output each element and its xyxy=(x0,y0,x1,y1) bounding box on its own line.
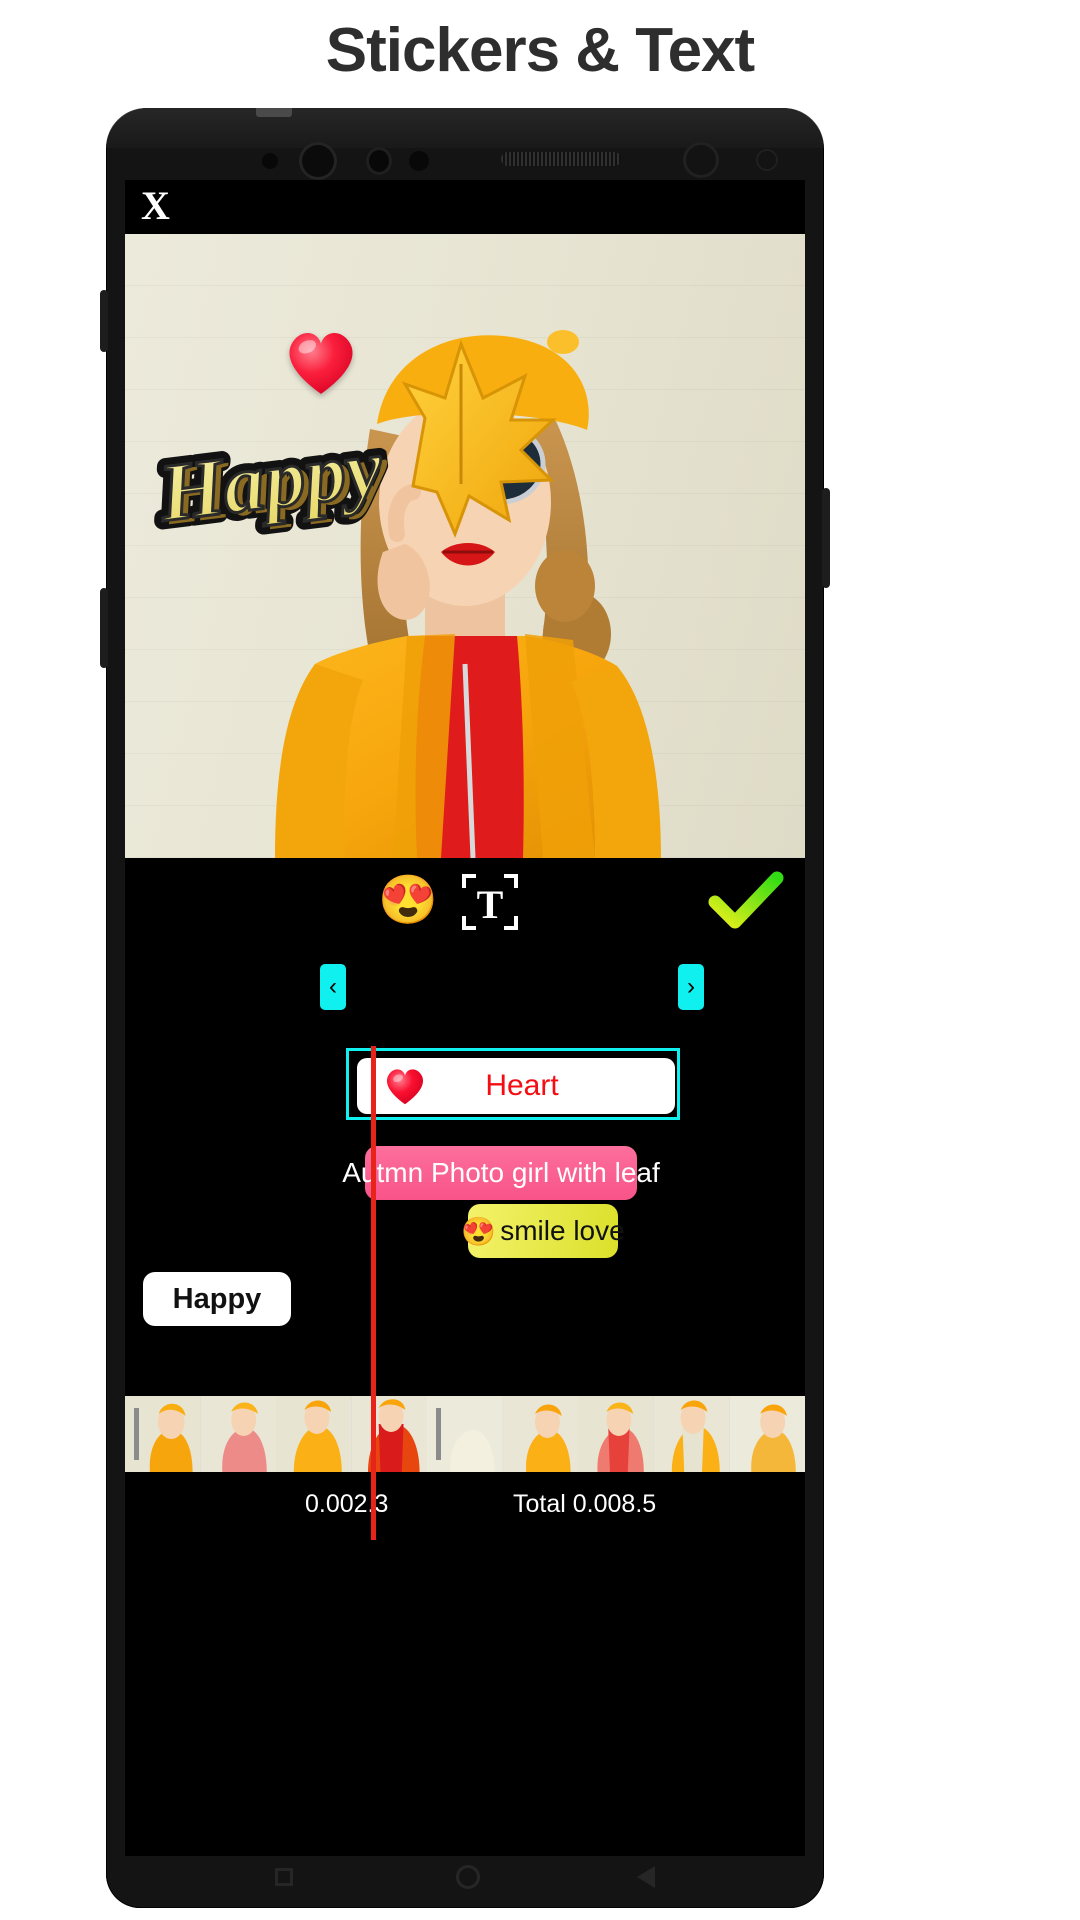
clip-yellow[interactable]: 😍 smile love xyxy=(461,1204,625,1258)
secondary-camera-icon xyxy=(686,145,716,175)
proximity-sensor-icon xyxy=(369,150,389,172)
sticker-tool-button[interactable]: 😍 xyxy=(378,872,438,930)
filmstrip-frame[interactable] xyxy=(502,1396,579,1472)
phone-mockup: X Happy Happy Happy 😍 T ‹ › Heart Autmn … xyxy=(100,108,830,1908)
android-nav-bar xyxy=(125,1860,805,1894)
filmstrip-frame[interactable] xyxy=(427,1396,503,1472)
filmstrip-frame[interactable] xyxy=(578,1396,654,1472)
recents-button-icon[interactable] xyxy=(275,1868,293,1886)
timeline-panel: ‹ › Heart Autmn Photo girl with leaf 😍 s… xyxy=(125,950,805,1540)
app-bar: X xyxy=(125,180,805,234)
home-button-icon[interactable] xyxy=(456,1865,480,1889)
heart-sticker[interactable] xyxy=(283,327,359,397)
clip-pink[interactable]: Autmn Photo girl with leaf xyxy=(342,1146,660,1200)
frame-marker-icon xyxy=(436,1408,442,1460)
clip-prev-handle[interactable]: ‹ xyxy=(320,964,346,1010)
light-sensor-icon xyxy=(409,151,429,171)
editor-toolbar: 😍 T xyxy=(125,858,805,950)
earpiece-speaker-icon xyxy=(501,152,621,166)
phone-screen: X Happy Happy Happy 😍 T ‹ › Heart Autmn … xyxy=(125,180,805,1856)
filmstrip[interactable] xyxy=(125,1396,805,1472)
time-row: 0.002.3 Total 0.008.5 xyxy=(125,1484,805,1530)
page-title: Stickers & Text xyxy=(325,16,755,85)
filmstrip-frame[interactable] xyxy=(276,1396,352,1472)
svg-text:Happy: Happy xyxy=(153,421,387,539)
photo-canvas[interactable]: Happy Happy Happy xyxy=(125,234,805,858)
filmstrip-frame[interactable] xyxy=(653,1396,730,1472)
volume-up-button[interactable] xyxy=(100,290,108,352)
selected-clip[interactable]: Heart xyxy=(346,1048,680,1120)
led-indicator-icon xyxy=(758,151,776,169)
filmstrip-frame[interactable] xyxy=(125,1396,201,1472)
clip-white-label: Happy xyxy=(172,1282,262,1315)
frame-marker-icon xyxy=(134,1408,139,1460)
filmstrip-frame[interactable] xyxy=(729,1396,805,1472)
antenna-line xyxy=(256,108,292,117)
heart-eyes-emoji-icon: 😍 xyxy=(461,1215,497,1247)
power-button[interactable] xyxy=(822,488,830,588)
close-button[interactable]: X xyxy=(141,184,170,228)
clip-pink-label: Autmn Photo girl with leaf xyxy=(342,1157,660,1188)
sensor-dot-icon xyxy=(262,153,278,169)
filmstrip-frame[interactable] xyxy=(200,1396,277,1472)
clip-white[interactable]: Happy xyxy=(143,1272,291,1326)
confirm-button[interactable] xyxy=(707,870,785,932)
clip-next-handle[interactable]: › xyxy=(678,964,704,1010)
text-tool-button[interactable]: T xyxy=(460,872,520,932)
playhead-indicator[interactable] xyxy=(371,1046,376,1540)
total-time-label: Total 0.008.5 xyxy=(513,1490,657,1518)
back-button-icon[interactable] xyxy=(637,1866,655,1888)
selected-clip-label: Heart xyxy=(485,1069,559,1102)
front-camera-icon xyxy=(302,145,334,177)
volume-down-button[interactable] xyxy=(100,588,108,668)
clip-yellow-label: smile love xyxy=(500,1215,625,1246)
svg-text:T: T xyxy=(477,882,504,927)
heart-icon xyxy=(386,1069,424,1105)
filmstrip-frame[interactable] xyxy=(351,1396,428,1472)
selected-clip-body[interactable]: Heart xyxy=(357,1058,675,1114)
